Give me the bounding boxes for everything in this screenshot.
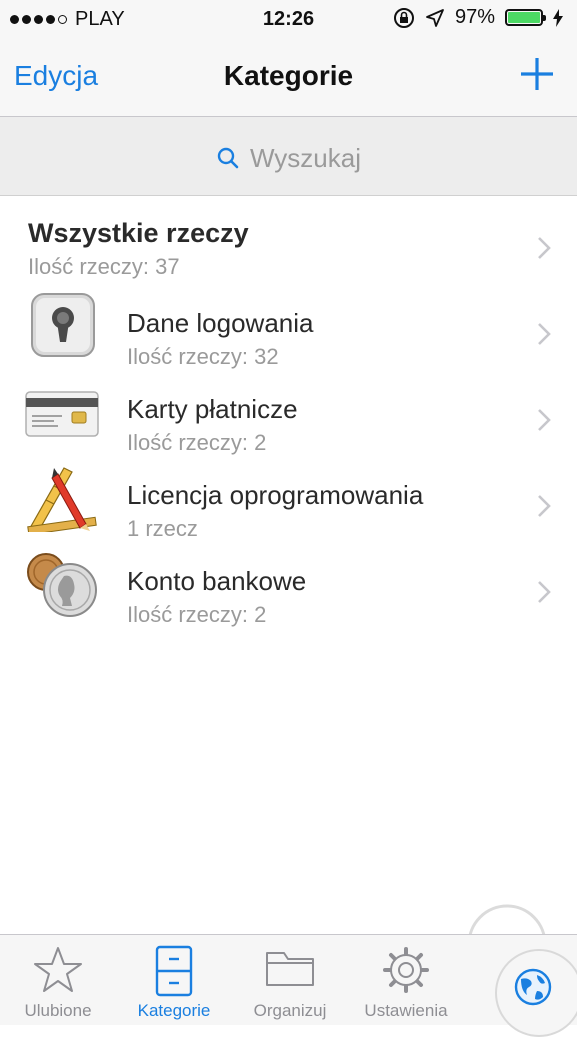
globe-icon (514, 968, 552, 1006)
list-item-count: 1 rzecz (127, 516, 198, 541)
search-area: Wyszukaj (0, 117, 577, 196)
search-input[interactable]: Wyszukaj (0, 141, 577, 175)
tab-organize[interactable]: Organizuj (232, 935, 348, 1025)
list-item-all-items[interactable]: Wszystkie rzeczy Ilość rzeczy: 37 (0, 196, 577, 282)
charging-bolt-icon (553, 8, 563, 27)
list-item-count: Ilość rzeczy: 37 (28, 254, 180, 279)
tab-label: Kategorie (137, 1001, 211, 1020)
list-item-software-licenses[interactable]: Licencja oprogramowania 1 rzecz (0, 454, 577, 541)
list-item-count: Ilość rzeczy: 2 (127, 602, 267, 627)
tab-settings[interactable]: Ustawienia (348, 935, 464, 1025)
location-arrow-icon (426, 8, 444, 27)
list-item-count: Ilość rzeczy: 2 (127, 430, 267, 455)
search-placeholder: Wyszukaj (249, 142, 361, 173)
tab-favorites[interactable]: Ulubione (0, 935, 116, 1025)
cabinet-icon (155, 945, 193, 997)
star-icon (34, 947, 82, 992)
list-item-title: Licencja oprogramowania (127, 480, 424, 510)
rotation-lock-icon (393, 7, 414, 28)
category-list: Wszystkie rzeczy Ilość rzeczy: 37 Dane l… (0, 196, 577, 627)
search-icon (217, 147, 239, 169)
navigation-bar: Edycja Kategorie (0, 40, 577, 117)
battery-icon (505, 9, 546, 26)
list-item-title: Wszystkie rzeczy (28, 218, 249, 248)
folder-icon (266, 952, 314, 986)
pencil-ruler-icon (27, 467, 97, 532)
list-item-payment-cards[interactable]: Karty płatnicze Ilość rzeczy: 2 (0, 368, 577, 455)
list-item-bank-account[interactable]: Konto bankowe Ilość rzeczy: 2 (0, 540, 577, 627)
tab-bar: Ulubione Kategorie Organizuj Ustawienia (0, 934, 577, 1037)
list-item-title: Konto bankowe (127, 566, 307, 596)
status-bar: PLAY 12:26 97% (0, 0, 577, 40)
tab-label: Organizuj (253, 1001, 327, 1020)
chevron-right-icon (538, 237, 551, 259)
list-item-count: Ilość rzeczy: 32 (127, 344, 279, 369)
chevron-right-icon (538, 409, 551, 431)
tab-label: Ulubione (24, 1001, 92, 1020)
keyhole-icon (31, 293, 95, 357)
list-item-title: Karty płatnicze (127, 394, 298, 424)
tab-label: Ustawienia (364, 1001, 448, 1020)
battery-percent: 97% (454, 6, 495, 28)
list-item-title: Dane logowania (127, 308, 314, 338)
status-right: 97% (393, 6, 563, 29)
tab-categories[interactable]: Kategorie (116, 935, 232, 1025)
gear-icon (383, 947, 429, 993)
chevron-right-icon (538, 581, 551, 603)
credit-card-icon (25, 391, 99, 437)
list-item-logins[interactable]: Dane logowania Ilość rzeczy: 32 (0, 282, 577, 369)
edit-button[interactable]: Edycja (14, 60, 98, 92)
chevron-right-icon (538, 323, 551, 345)
plus-icon[interactable] (517, 54, 557, 94)
coins-icon (27, 553, 97, 617)
chevron-right-icon (538, 495, 551, 517)
